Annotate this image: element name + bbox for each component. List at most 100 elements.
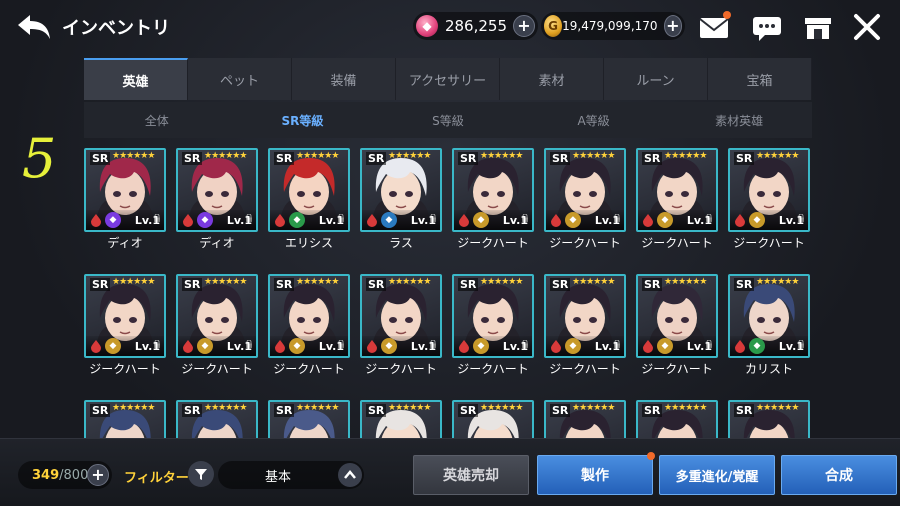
- hero-card[interactable]: SR ★★★★★★ ◆: [268, 400, 350, 438]
- fire-element-icon: [735, 340, 745, 353]
- hero-name: ジークハート: [641, 362, 713, 376]
- fire-element-icon: [459, 340, 469, 353]
- star-rating: ★★★★★★: [388, 277, 431, 287]
- star-rating: ★★★★★★: [112, 277, 155, 287]
- level-bar: ◆ Lv.1: [730, 336, 808, 356]
- hero-card[interactable]: SR ★★★★★★ ◆ Lv.1 ジークハート: [636, 274, 718, 376]
- hero-portrait: SR ★★★★★★ ◆ Lv.1: [268, 148, 350, 232]
- subtab-sr-grade[interactable]: SR等級: [230, 102, 376, 138]
- hero-portrait: SR ★★★★★★ ◆ Lv.1: [176, 148, 258, 232]
- hero-card[interactable]: SR ★★★★★★ ◆ Lv.1 ジークハート: [84, 274, 166, 376]
- hero-card[interactable]: SR ★★★★★★ ◆ Lv.1 ラス: [360, 148, 442, 250]
- filter-funnel-icon: [195, 469, 207, 480]
- grade-filter-tabs: 全体 SR等級 S等級 A等級 素材英雄: [84, 102, 812, 138]
- fire-element-icon: [183, 340, 193, 353]
- gold-counter: G 19,479,099,170 +: [541, 12, 685, 40]
- hero-level: Lv.1: [778, 340, 804, 353]
- star-rating: ★★★★★★: [204, 403, 247, 413]
- hero-card[interactable]: SR ★★★★★★ ◆ Lv.1 ジークハート: [452, 148, 534, 250]
- subtab-s-grade[interactable]: S等級: [375, 102, 521, 138]
- category-tabs: 英雄 ペット 装備 アクセサリー 素材 ルーン 宝箱: [84, 58, 812, 100]
- mail-button[interactable]: [697, 11, 731, 42]
- hero-card[interactable]: SR ★★★★★★ ◆ Lv.1 ジークハート: [360, 274, 442, 376]
- gold-class-icon: ◆: [657, 338, 673, 354]
- add-gold-button[interactable]: +: [663, 15, 682, 37]
- hero-level: Lv.1: [226, 340, 252, 353]
- filter-button[interactable]: [188, 461, 214, 487]
- hero-portrait: SR ★★★★★★ ◆ Lv.1: [452, 274, 534, 358]
- star-rating: ★★★★★★: [296, 403, 339, 413]
- hero-card[interactable]: SR ★★★★★★ ◆ Lv.1 ジークハート: [452, 274, 534, 376]
- gold-class-icon: ◆: [565, 212, 581, 228]
- count-current: 349: [32, 467, 60, 483]
- hero-level: Lv.1: [410, 340, 436, 353]
- back-arrow-icon[interactable]: [14, 9, 54, 45]
- gold-class-icon: ◆: [381, 338, 397, 354]
- tab-heroes[interactable]: 英雄: [84, 58, 188, 100]
- chat-button[interactable]: [750, 12, 784, 42]
- subtab-a-grade[interactable]: A等級: [521, 102, 667, 138]
- rank-badge: SR: [274, 152, 295, 165]
- hero-name: エリシス: [284, 236, 333, 250]
- tab-pets[interactable]: ペット: [188, 58, 292, 100]
- gold-class-icon: ◆: [473, 338, 489, 354]
- gold-class-icon: ◆: [565, 338, 581, 354]
- star-rating: ★★★★★★: [756, 403, 799, 413]
- close-button[interactable]: [850, 12, 884, 42]
- tab-equipment[interactable]: 装備: [292, 58, 396, 100]
- add-gems-button[interactable]: +: [513, 15, 535, 37]
- hero-card[interactable]: SR ★★★★★★ ◆ Lv.1 ディオ: [84, 148, 166, 250]
- hero-card[interactable]: SR ★★★★★★ ◆: [176, 400, 258, 438]
- hero-card[interactable]: SR ★★★★★★ ◆ Lv.1 ジークハート: [544, 274, 626, 376]
- rank-badge: SR: [550, 404, 571, 417]
- hero-card[interactable]: SR ★★★★★★ ◆ Lv.1 ジークハート: [176, 274, 258, 376]
- craft-button[interactable]: 製作: [537, 452, 655, 495]
- tab-materials[interactable]: 素材: [500, 58, 604, 100]
- tab-chests[interactable]: 宝箱: [708, 58, 812, 100]
- hero-card[interactable]: SR ★★★★★★ ◆ Lv.1 ディオ: [176, 148, 258, 250]
- fire-element-icon: [275, 214, 285, 227]
- craft-button-label: 製作: [581, 468, 609, 484]
- hero-card[interactable]: SR ★★★★★★ ◆: [728, 400, 810, 438]
- expand-inventory-button[interactable]: +: [87, 464, 109, 486]
- gem-icon: ◆: [416, 15, 438, 37]
- level-bar: ◆ Lv.1: [546, 336, 624, 356]
- sort-dropdown[interactable]: 基本: [218, 461, 364, 489]
- subtab-all[interactable]: 全体: [84, 102, 230, 138]
- hero-card[interactable]: SR ★★★★★★ ◆ Lv.1 ジークハート: [268, 274, 350, 376]
- hero-portrait: SR ★★★★★★ ◆ Lv.1: [728, 274, 810, 358]
- star-rating: ★★★★★★: [664, 151, 707, 161]
- hero-card[interactable]: SR ★★★★★★ ◆ Lv.1 ジークハート: [544, 148, 626, 250]
- star-rating: ★★★★★★: [572, 151, 615, 161]
- level-bar: ◆ Lv.1: [270, 336, 348, 356]
- star-rating: ★★★★★★: [112, 403, 155, 413]
- rank-badge: SR: [642, 278, 663, 291]
- chevron-up-icon[interactable]: [338, 463, 362, 487]
- star-rating: ★★★★★★: [480, 151, 523, 161]
- shop-button[interactable]: [801, 12, 835, 42]
- tab-accessories[interactable]: アクセサリー: [396, 58, 500, 100]
- hero-card[interactable]: SR ★★★★★★ ◆: [84, 400, 166, 438]
- synthesize-button[interactable]: 合成: [781, 455, 897, 495]
- tab-runes[interactable]: ルーン: [604, 58, 708, 100]
- hero-portrait: SR ★★★★★★ ◆ Lv.1: [268, 274, 350, 358]
- hero-portrait: SR ★★★★★★ ◆: [360, 400, 442, 438]
- close-icon: [854, 14, 880, 40]
- subtab-material-heroes[interactable]: 素材英雄: [666, 102, 812, 138]
- hero-card[interactable]: SR ★★★★★★ ◆ Lv.1 ジークハート: [728, 148, 810, 250]
- evolve-awaken-button[interactable]: 多重進化/覚醒: [659, 455, 775, 495]
- sell-heroes-button[interactable]: 英雄売却: [413, 455, 529, 495]
- hero-card[interactable]: SR ★★★★★★ ◆: [636, 400, 718, 438]
- hero-card[interactable]: SR ★★★★★★ ◆ Lv.1 エリシス: [268, 148, 350, 250]
- hero-card[interactable]: SR ★★★★★★ ◆ Lv.1 カリスト: [728, 274, 810, 376]
- hero-grid-viewport[interactable]: SR ★★★★★★ ◆ Lv.1 ディオ SR ★★★★★★ ◆ Lv.1 ディ…: [84, 148, 820, 438]
- hero-card[interactable]: SR ★★★★★★ ◆ Lv.1 ジークハート: [636, 148, 718, 250]
- hero-card[interactable]: SR ★★★★★★ ◆: [452, 400, 534, 438]
- fire-element-icon: [459, 214, 469, 227]
- hero-portrait: SR ★★★★★★ ◆: [268, 400, 350, 438]
- rank-badge: SR: [182, 278, 203, 291]
- hero-card[interactable]: SR ★★★★★★ ◆: [360, 400, 442, 438]
- level-bar: ◆ Lv.1: [86, 210, 164, 230]
- hero-card[interactable]: SR ★★★★★★ ◆: [544, 400, 626, 438]
- rank-badge: SR: [182, 152, 203, 165]
